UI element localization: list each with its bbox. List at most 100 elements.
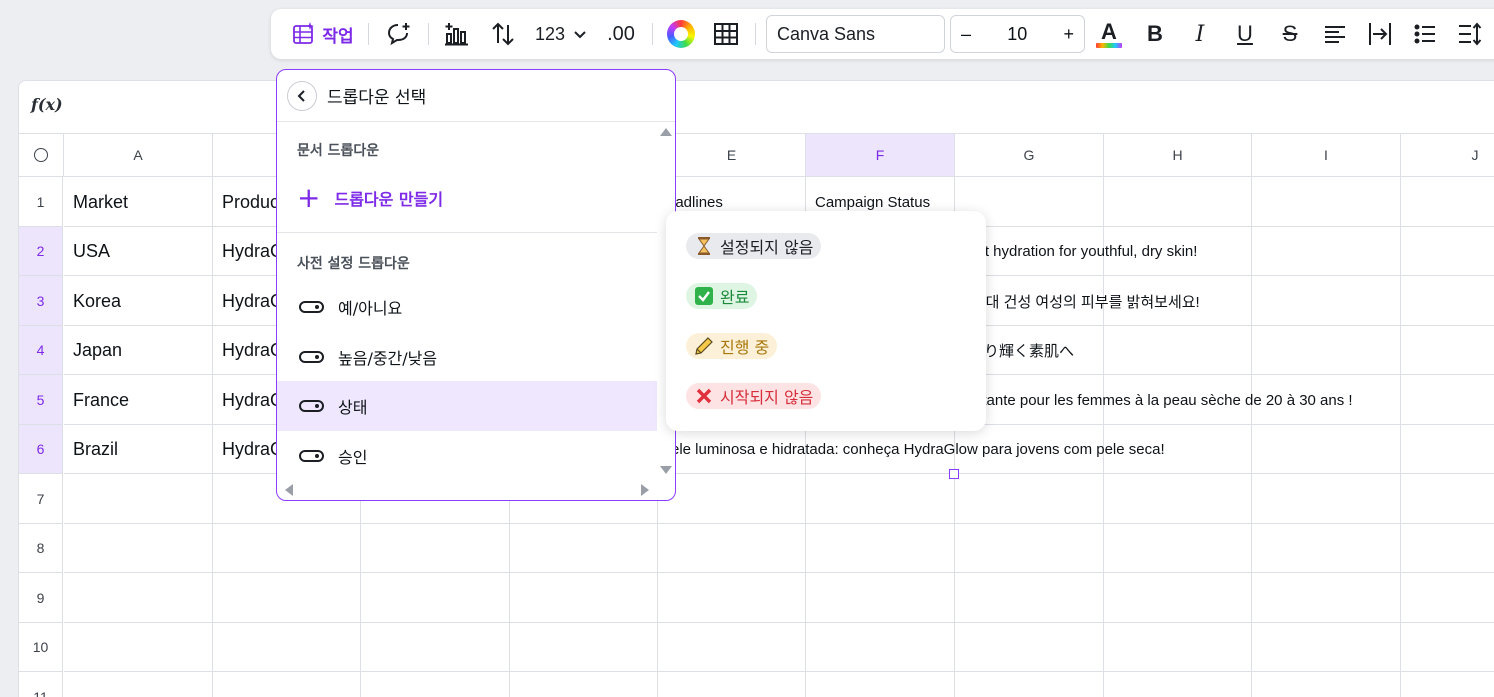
- comment-button[interactable]: [381, 9, 417, 59]
- font-size-decrease-button[interactable]: –: [961, 24, 971, 45]
- status-chip-not-set[interactable]: 설정되지 않음: [686, 233, 822, 259]
- row-header-5[interactable]: 5: [19, 375, 63, 425]
- underline-button[interactable]: U: [1227, 9, 1263, 59]
- preset-label: 승인: [338, 448, 368, 467]
- status-chip-in-progress[interactable]: 진행 중: [686, 333, 778, 359]
- font-size-increase-button[interactable]: +: [1063, 24, 1074, 45]
- row-header-3[interactable]: 3: [19, 276, 63, 326]
- column-header-g[interactable]: G: [955, 133, 1104, 177]
- column-header-h[interactable]: H: [1104, 133, 1252, 177]
- status-chip-not-started[interactable]: 시작되지 않음: [686, 383, 822, 409]
- italic-icon: I: [1195, 21, 1205, 47]
- bold-button[interactable]: B: [1137, 9, 1173, 59]
- cell-a2[interactable]: USA: [64, 227, 212, 276]
- status-chip-label: 설정되지 않음: [720, 238, 814, 257]
- text-wrap-icon: [1369, 23, 1391, 45]
- italic-button[interactable]: I: [1182, 9, 1218, 59]
- text-wrap-button[interactable]: [1362, 9, 1398, 59]
- pencil-icon: [694, 336, 714, 356]
- scroll-right-arrow[interactable]: [641, 484, 649, 496]
- column-header-j[interactable]: J: [1401, 133, 1494, 177]
- align-button[interactable]: [1317, 9, 1353, 59]
- scroll-left-arrow[interactable]: [285, 484, 293, 496]
- cell-a6[interactable]: Brazil: [64, 425, 212, 474]
- select-all-icon: [34, 148, 48, 162]
- column-header-a[interactable]: A: [64, 133, 213, 177]
- strikethrough-button[interactable]: S: [1272, 9, 1308, 59]
- row-header-6[interactable]: 6: [19, 425, 63, 474]
- formula-label: f(x): [31, 95, 63, 114]
- scroll-down-arrow[interactable]: [660, 466, 672, 474]
- status-chip-label: 진행 중: [720, 338, 770, 357]
- check-mark-icon: [694, 286, 714, 306]
- preset-item-status[interactable]: 상태: [277, 381, 657, 431]
- column-header-f[interactable]: F: [806, 133, 955, 177]
- line-spacing-button[interactable]: [1452, 9, 1488, 59]
- cell-a3[interactable]: Korea: [64, 276, 212, 326]
- preset-item-priority[interactable]: 높음/중간/낮음: [277, 332, 657, 382]
- row-header-8[interactable]: 8: [19, 524, 63, 573]
- cell-g5[interactable]: ratante pour les femmes à la peau sèche …: [969, 375, 1489, 425]
- cell-e6[interactable]: ele luminosa e hidratada: conheça HydraG…: [671, 425, 1271, 474]
- row-header-4[interactable]: 4: [19, 326, 63, 375]
- line-spacing-icon: [1459, 22, 1482, 46]
- preset-label: 상태: [338, 398, 368, 417]
- text-color-icon: A: [1096, 20, 1122, 48]
- create-dropdown-button[interactable]: + 드롭다운 만들기: [297, 184, 443, 212]
- underline-icon: U: [1237, 21, 1253, 46]
- chevron-down-icon: [574, 31, 586, 39]
- row-header-10[interactable]: 10: [19, 623, 63, 672]
- decimal-button[interactable]: .00: [601, 9, 641, 59]
- selection-fill-handle[interactable]: [949, 469, 959, 479]
- grid-line: [64, 671, 1494, 672]
- preset-item-approval[interactable]: 승인: [277, 431, 657, 481]
- cell-g3[interactable]: 30대 건성 여성의 피부를 밝혀보세요!: [969, 276, 1489, 326]
- sort-button[interactable]: [485, 9, 521, 59]
- column-header-i[interactable]: I: [1252, 133, 1401, 177]
- dropdown-pill-icon: [299, 301, 324, 313]
- dropdown-pill-icon: [299, 351, 324, 363]
- font-size-value[interactable]: 10: [1007, 24, 1027, 45]
- list-button[interactable]: [1407, 9, 1443, 59]
- fill-color-button[interactable]: [663, 9, 699, 59]
- select-all-corner[interactable]: [19, 133, 64, 177]
- magic-grid-icon: [293, 22, 315, 44]
- row-header-9[interactable]: 9: [19, 573, 63, 623]
- decimal-label: .00: [607, 22, 635, 45]
- grid-line: [64, 622, 1494, 623]
- grid-line: [64, 572, 1494, 573]
- action-button[interactable]: 작업: [283, 9, 363, 59]
- cell-a1[interactable]: Market: [64, 177, 212, 227]
- cell-a4[interactable]: Japan: [64, 326, 212, 375]
- strikethrough-icon: S: [1282, 21, 1298, 46]
- dropdown-pill-icon: [299, 450, 324, 462]
- row-header-1[interactable]: 1: [19, 177, 63, 227]
- chart-button[interactable]: [439, 9, 475, 59]
- scroll-up-arrow[interactable]: [660, 128, 672, 136]
- status-chip-done[interactable]: 완료: [686, 283, 758, 309]
- font-size-stepper: – 10 +: [950, 15, 1085, 53]
- text-color-button[interactable]: A: [1091, 9, 1127, 59]
- cell-a5[interactable]: France: [64, 375, 212, 425]
- cell-g2[interactable]: ect hydration for youthful, dry skin!: [969, 227, 1489, 276]
- font-family-dropdown[interactable]: Canva Sans: [766, 15, 945, 53]
- back-button[interactable]: [287, 80, 317, 111]
- status-chip-label: 완료: [720, 288, 750, 307]
- bullet-list-icon: [1414, 24, 1435, 44]
- number-format-label: 123: [534, 23, 566, 44]
- preset-dropdown-section-title: 사전 설정 드롭다운: [297, 256, 410, 272]
- borders-button[interactable]: [708, 9, 744, 59]
- preset-item-yes-no[interactable]: 예/아니요: [277, 282, 657, 332]
- row-header-11[interactable]: 11: [19, 672, 63, 697]
- bold-icon: B: [1147, 21, 1163, 46]
- number-format-dropdown[interactable]: 123: [529, 9, 593, 59]
- dropdown-select-panel: 드롭다운 선택 문서 드롭다운 + 드롭다운 만들기 사전 설정 드롭다운 예/…: [276, 69, 676, 501]
- column-header-e[interactable]: E: [658, 133, 806, 177]
- dropdown-pill-icon: [299, 400, 324, 412]
- align-left-icon: [1325, 26, 1345, 43]
- panel-title: 드롭다운 선택: [327, 88, 427, 108]
- row-header-2[interactable]: 2: [19, 227, 63, 276]
- row-header-7[interactable]: 7: [19, 474, 63, 524]
- cell-g4[interactable]: とり輝く素肌へ: [969, 326, 1119, 375]
- comment-add-icon: [387, 23, 410, 46]
